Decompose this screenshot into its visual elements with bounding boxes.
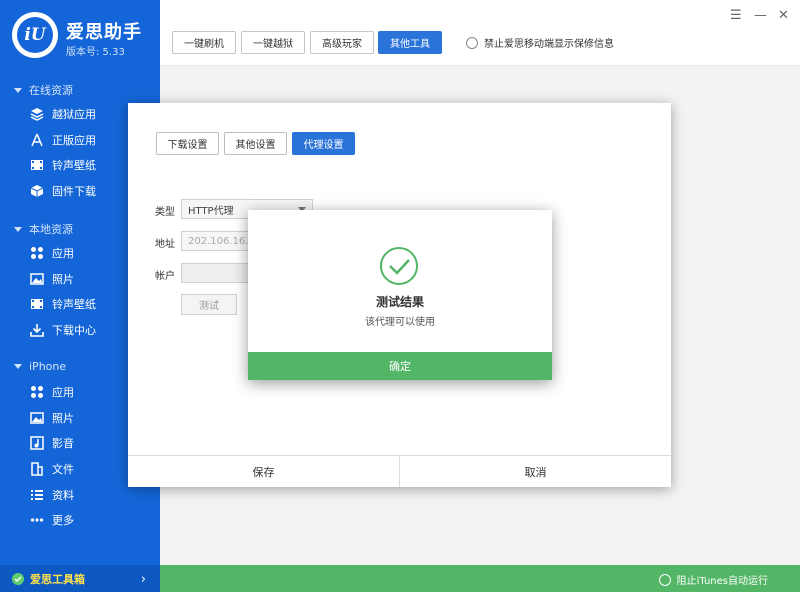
app-store-icon [30, 133, 44, 147]
music-icon [30, 436, 44, 450]
layers-icon [30, 107, 44, 121]
sidebar-item-iphone-info[interactable]: 资料 [30, 484, 74, 506]
success-check-icon [379, 246, 419, 286]
photo-icon [30, 272, 44, 286]
download-icon [30, 323, 44, 337]
photo-icon [30, 411, 44, 425]
save-button[interactable]: 保存 [128, 456, 400, 487]
sidebar-item-local-photos[interactable]: 照片 [30, 268, 74, 290]
type-label: 类型 [155, 207, 175, 218]
tab-other-settings[interactable]: 其他设置 [224, 132, 287, 155]
dialog-footer: 保存 取消 [128, 455, 671, 487]
toolbar: 一键刷机 一键越狱 高级玩家 其他工具 禁止爱思移动端显示保修信息 ☰ — ✕ [160, 0, 800, 66]
account-label: 帐户 [155, 271, 175, 282]
chevron-right-icon: › [140, 572, 146, 587]
apps-grid-icon [30, 246, 44, 260]
sidebar-item-firmware[interactable]: 固件下载 [30, 180, 96, 202]
tab-download-settings[interactable]: 下载设置 [156, 132, 219, 155]
address-label: 地址 [155, 239, 175, 250]
sidebar-item-downloads[interactable]: 下载中心 [30, 319, 96, 341]
status-bar: 阻止iTunes自动运行 [160, 565, 800, 592]
sidebar-item-iphone-more[interactable]: 更多 [30, 509, 74, 531]
minimize-icon[interactable]: — [754, 8, 767, 23]
apps-grid-icon [30, 385, 44, 399]
sidebar-item-iphone-photos[interactable]: 照片 [30, 407, 74, 429]
list-icon [30, 488, 44, 502]
jailbreak-button[interactable]: 一键越狱 [241, 31, 305, 54]
close-icon[interactable]: ✕ [778, 8, 789, 23]
collapse-triangle-icon [14, 226, 22, 232]
app-logo: iU 爱思助手 版本号: 5.33 [12, 12, 152, 58]
test-result-dialog: 测试结果 该代理可以使用 确定 [248, 210, 552, 380]
section-iphone[interactable]: iPhone [14, 360, 66, 373]
sidebar-item-ringtones[interactable]: 铃声壁纸 [30, 154, 96, 176]
hide-warranty-checkbox[interactable]: 禁止爱思移动端显示保修信息 [466, 35, 614, 50]
test-button[interactable]: 测试 [181, 294, 237, 315]
film-icon [30, 158, 44, 172]
block-itunes-toggle[interactable]: 阻止iTunes自动运行 [658, 572, 768, 587]
sidebar-item-iphone-media[interactable]: 影音 [30, 432, 74, 454]
radio-icon [658, 573, 671, 586]
flash-button[interactable]: 一键刷机 [172, 31, 236, 54]
collapse-triangle-icon [14, 87, 22, 93]
cancel-button[interactable]: 取消 [400, 456, 671, 487]
sidebar-item-jailbreak-apps[interactable]: 越狱应用 [30, 103, 96, 125]
sidebar-item-local-ringtones[interactable]: 铃声壁纸 [30, 293, 96, 315]
box-icon [30, 184, 44, 198]
more-icon [30, 513, 44, 527]
result-message: 该代理可以使用 [365, 317, 435, 328]
sidebar-item-local-apps[interactable]: 应用 [30, 242, 74, 264]
menu-icon[interactable]: ☰ [730, 8, 742, 23]
toolbox-button[interactable]: 爱思工具箱 › [0, 565, 160, 592]
film-icon [30, 297, 44, 311]
sidebar-item-iphone-apps[interactable]: 应用 [30, 381, 74, 403]
advanced-button[interactable]: 高级玩家 [310, 31, 374, 54]
section-online[interactable]: 在线资源 [14, 82, 73, 98]
sidebar-item-iphone-files[interactable]: 文件 [30, 458, 74, 480]
app-name: 爱思助手 [66, 22, 142, 43]
app-version: 版本号: 5.33 [66, 47, 125, 58]
collapse-triangle-icon [14, 364, 22, 369]
result-title: 测试结果 [375, 295, 424, 309]
other-tools-button[interactable]: 其他工具 [378, 31, 442, 54]
ok-button[interactable]: 确定 [248, 352, 552, 380]
radio-icon [466, 36, 478, 49]
check-circle-icon [12, 572, 24, 585]
sidebar-item-genuine-apps[interactable]: 正版应用 [30, 129, 96, 151]
logo-icon: iU [12, 12, 58, 58]
section-local[interactable]: 本地资源 [14, 221, 73, 237]
tab-proxy-settings[interactable]: 代理设置 [292, 132, 355, 155]
file-icon [30, 462, 44, 476]
